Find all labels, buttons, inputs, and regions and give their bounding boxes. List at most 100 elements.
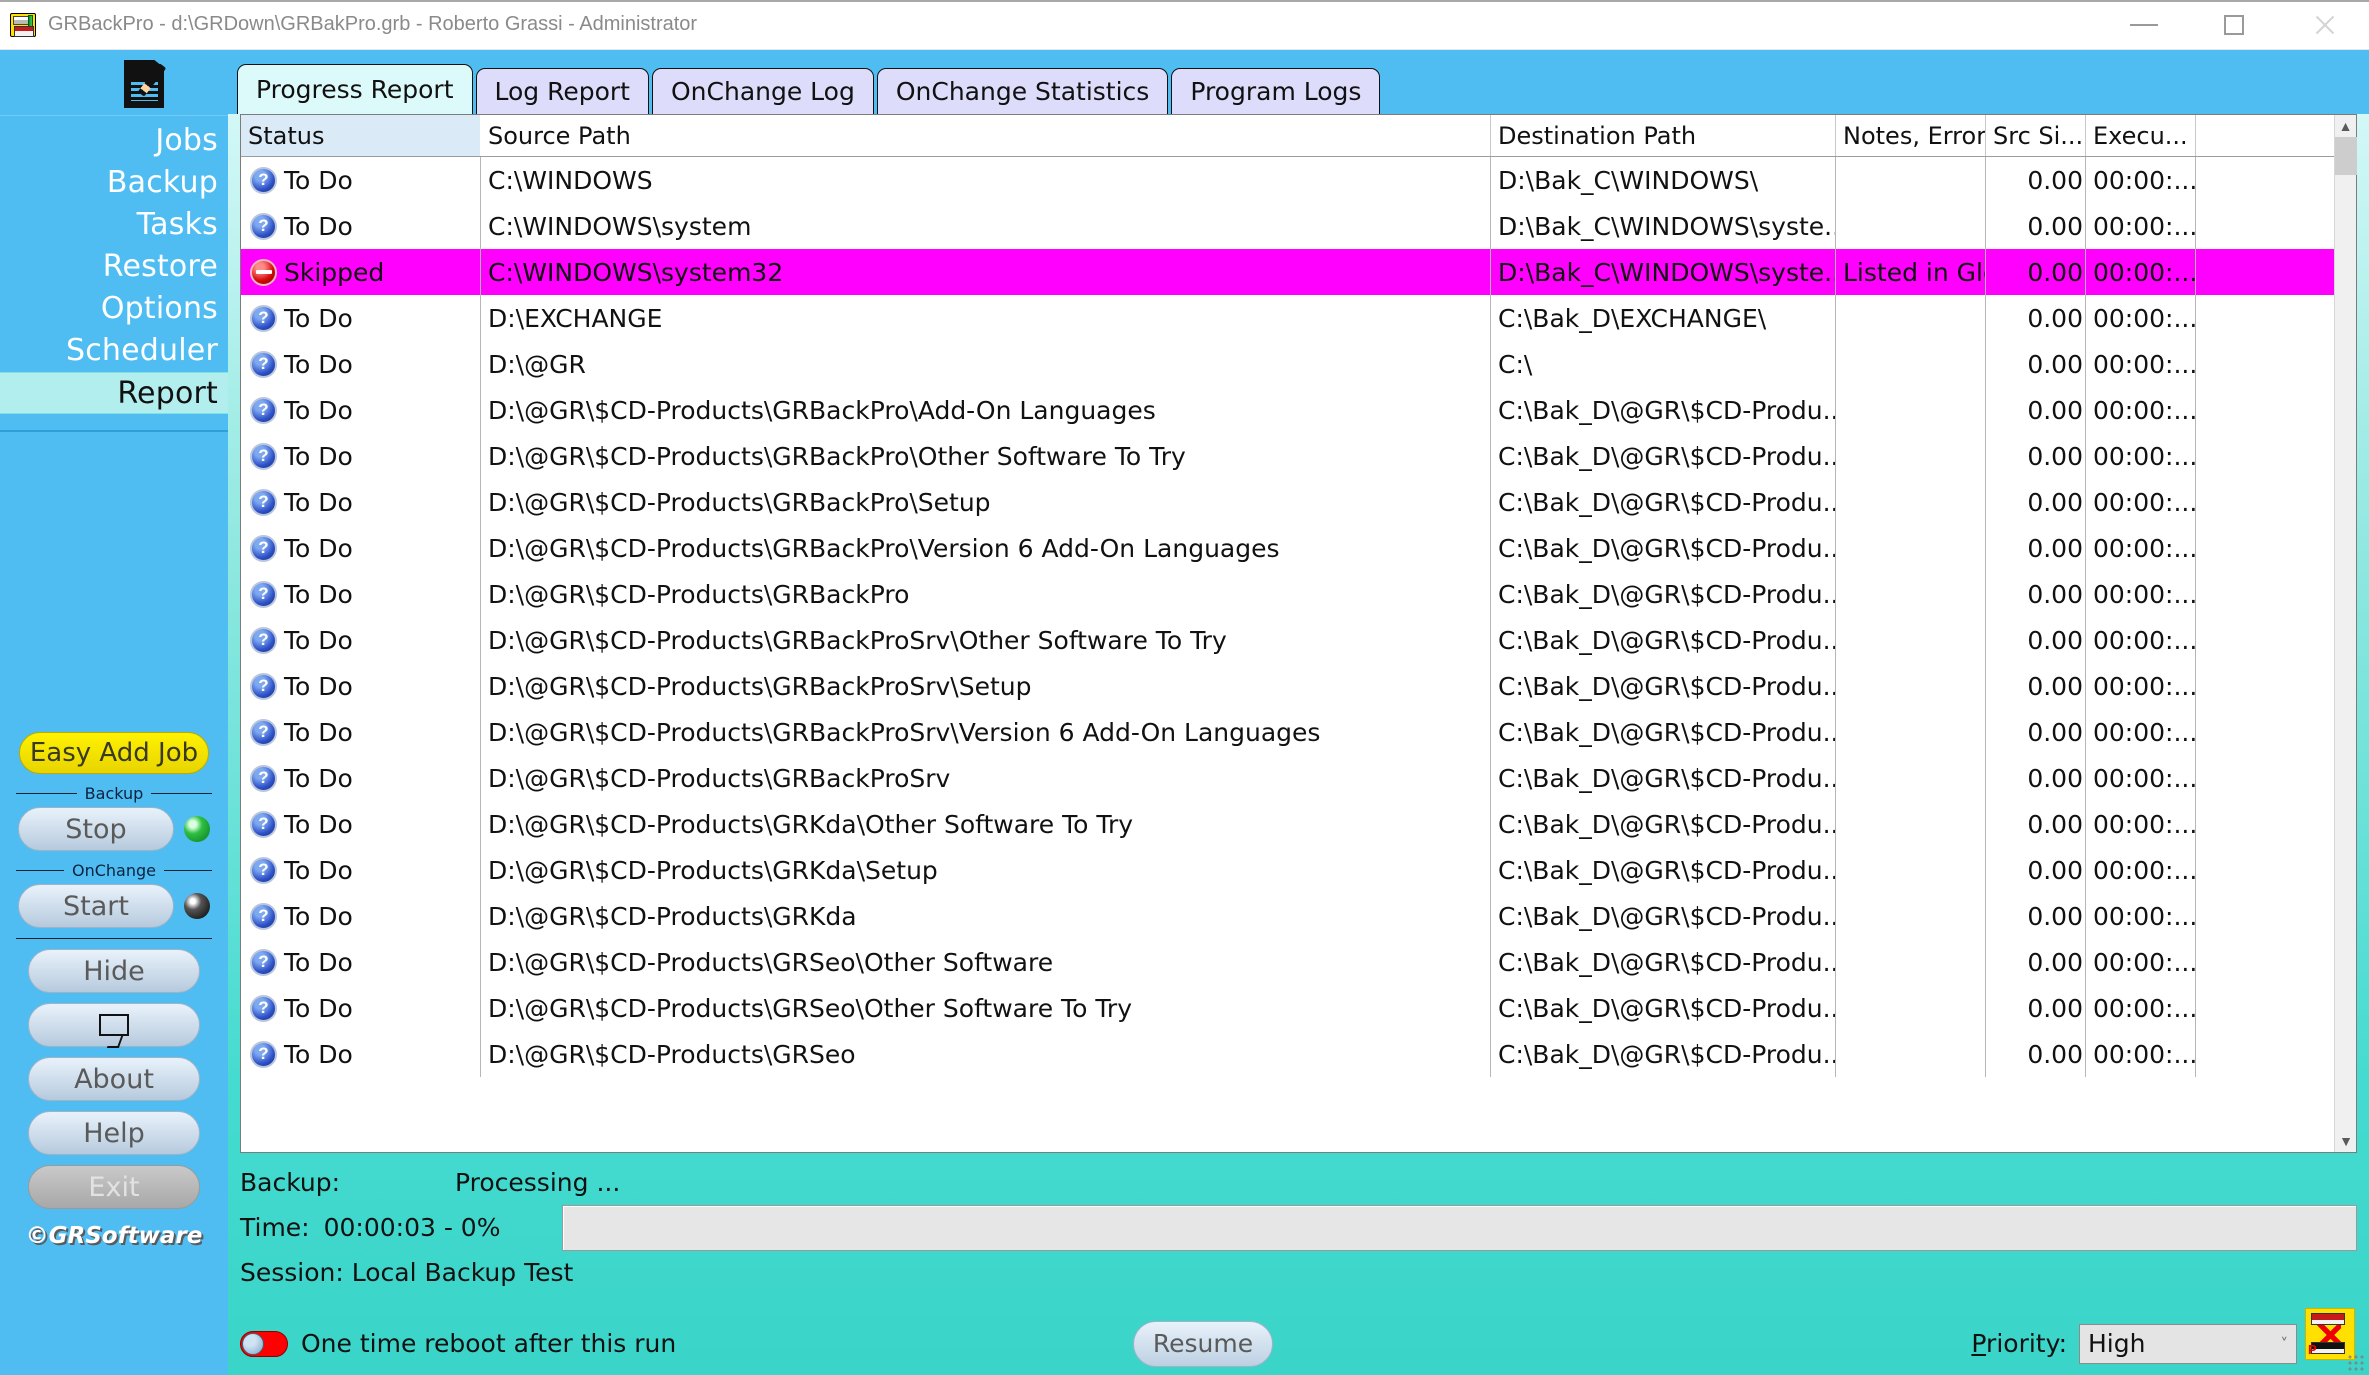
tab-onchange-statistics[interactable]: OnChange Statistics — [877, 68, 1168, 114]
question-badge-icon: ? — [250, 627, 277, 654]
table-row[interactable]: ?To DoD:\@GR\$CD-Products\GRBackProSrvC:… — [241, 755, 2334, 801]
cell-source-path: D:\@GR\$CD-Products\GRBackPro\Other Soft… — [481, 433, 1491, 479]
cell-destination-path: C:\Bak_D\@GR\$CD-Produ... — [1491, 663, 1836, 709]
table-row[interactable]: ?To DoD:\@GR\$CD-Products\GRSeo\Other So… — [241, 985, 2334, 1031]
tab-progress-report[interactable]: Progress Report — [237, 64, 473, 114]
one-time-reboot-toggle[interactable] — [240, 1331, 288, 1357]
cell-notes-error: Listed in Glo... — [1836, 249, 1986, 295]
sidebar-item-backup[interactable]: Backup — [0, 162, 228, 204]
cell-source-path: D:\EXCHANGE — [481, 295, 1491, 341]
table-row[interactable]: ?To DoD:\@GR\$CD-Products\GRBackPro\Othe… — [241, 433, 2334, 479]
exit-button[interactable]: Exit — [28, 1165, 200, 1209]
cell-status: Skipped — [241, 249, 481, 295]
table-row[interactable]: ?To DoD:\@GR\$CD-Products\GRSeoC:\Bak_D\… — [241, 1031, 2334, 1077]
table-row[interactable]: ?To DoD:\@GR\$CD-Products\GRKda\Other So… — [241, 801, 2334, 847]
cell-notes-error — [1836, 341, 1986, 387]
backup-stop-button[interactable]: Stop — [18, 807, 174, 851]
status-text: To Do — [284, 994, 353, 1023]
table-row[interactable]: ?To DoC:\WINDOWS\systemD:\Bak_C\WINDOWS\… — [241, 203, 2334, 249]
question-badge-icon: ? — [250, 489, 277, 516]
help-button[interactable]: Help — [28, 1111, 200, 1155]
sidebar-item-options[interactable]: Options — [0, 288, 228, 330]
chevron-down-icon[interactable]: ▼ — [2335, 1130, 2357, 1152]
table-row[interactable]: ?To DoD:\@GR\$CD-Products\GRSeo\Other So… — [241, 939, 2334, 985]
table-row[interactable]: ?To DoD:\@GRC:\0.0000:00:... — [241, 341, 2334, 387]
cell-src-size: 0.00 — [1986, 203, 2086, 249]
window-controls — [2099, 0, 2369, 49]
cell-source-path: D:\@GR\$CD-Products\GRBackPro\Setup — [481, 479, 1491, 525]
sidebar-nav: Jobs Backup Tasks Restore Options Schedu… — [0, 116, 228, 432]
table-row[interactable]: ?To DoC:\WINDOWSD:\Bak_C\WINDOWS\0.0000:… — [241, 157, 2334, 203]
column-header-status[interactable]: Status — [241, 115, 481, 156]
maximize-button[interactable] — [2189, 0, 2279, 49]
cell-status: ?To Do — [241, 801, 481, 847]
hide-button[interactable]: Hide — [28, 949, 200, 993]
about-button[interactable]: About — [28, 1057, 200, 1101]
minimize-button[interactable] — [2099, 0, 2189, 49]
tab-log-report[interactable]: Log Report — [476, 68, 649, 114]
status-text: To Do — [284, 810, 353, 839]
cell-status: ?To Do — [241, 893, 481, 939]
cell-status: ?To Do — [241, 203, 481, 249]
column-header-src-size[interactable]: Src Si... — [1986, 115, 2086, 156]
tab-program-logs[interactable]: Program Logs — [1171, 68, 1380, 114]
cell-source-path: D:\@GR\$CD-Products\GRSeo\Other Software… — [481, 985, 1491, 1031]
cell-source-path: D:\@GR\$CD-Products\GRBackProSrv — [481, 755, 1491, 801]
cell-destination-path: D:\Bak_C\WINDOWS\ — [1491, 157, 1836, 203]
sidebar-item-restore[interactable]: Restore — [0, 246, 228, 288]
column-header-destination-path[interactable]: Destination Path — [1491, 115, 1836, 156]
onchange-start-button[interactable]: Start — [18, 884, 174, 928]
cell-status: ?To Do — [241, 571, 481, 617]
cell-notes-error — [1836, 847, 1986, 893]
scrollbar-thumb[interactable] — [2335, 137, 2357, 175]
cell-notes-error — [1836, 1031, 1986, 1077]
sidebar-item-scheduler[interactable]: Scheduler — [0, 330, 228, 372]
cell-execution-time: 00:00:... — [2086, 571, 2196, 617]
sidebar-item-tasks[interactable]: Tasks — [0, 204, 228, 246]
table-row[interactable]: ?To DoD:\@GR\$CD-Products\GRBackProSrv\V… — [241, 709, 2334, 755]
table-row[interactable]: SkippedC:\WINDOWS\system32D:\Bak_C\WINDO… — [241, 249, 2334, 295]
cell-notes-error — [1836, 387, 1986, 433]
table-row[interactable]: ?To DoD:\@GR\$CD-Products\GRKda\SetupC:\… — [241, 847, 2334, 893]
sidebar: Jobs Backup Tasks Restore Options Schedu… — [0, 50, 228, 1375]
table-row[interactable]: ?To DoD:\@GR\$CD-Products\GRBackProSrv\O… — [241, 617, 2334, 663]
column-header-execution-time[interactable]: Execu... — [2086, 115, 2196, 156]
cell-status: ?To Do — [241, 939, 481, 985]
table-vertical-scrollbar[interactable]: ▲ ▼ — [2334, 115, 2356, 1152]
table-row[interactable]: ?To DoD:\@GR\$CD-Products\GRKdaC:\Bak_D\… — [241, 893, 2334, 939]
resume-button[interactable]: Resume — [1133, 1321, 1273, 1367]
priority-select[interactable]: High ˅ — [2079, 1324, 2297, 1364]
table-row[interactable]: ?To DoD:\@GR\$CD-Products\GRBackProSrv\S… — [241, 663, 2334, 709]
cell-status: ?To Do — [241, 295, 481, 341]
resize-grip-icon[interactable] — [2347, 1354, 2365, 1372]
cell-execution-time: 00:00:... — [2086, 801, 2196, 847]
cell-src-size: 0.00 — [1986, 801, 2086, 847]
rule-line — [16, 938, 212, 939]
sidebar-item-report[interactable]: Report — [0, 372, 228, 414]
sidebar-item-jobs[interactable]: Jobs — [0, 120, 228, 162]
close-button[interactable] — [2279, 0, 2369, 49]
column-header-source-path[interactable]: Source Path — [481, 115, 1491, 156]
onchange-status-led — [184, 893, 210, 919]
cell-destination-path: C:\Bak_D\@GR\$CD-Produ... — [1491, 571, 1836, 617]
grsoftware-logo-icon[interactable]: P — [2305, 1308, 2355, 1360]
cell-status: ?To Do — [241, 847, 481, 893]
table-row[interactable]: ?To DoD:\@GR\$CD-Products\GRBackPro\Add-… — [241, 387, 2334, 433]
cell-status: ?To Do — [241, 755, 481, 801]
cell-execution-time: 00:00:... — [2086, 433, 2196, 479]
cell-execution-time: 00:00:... — [2086, 939, 2196, 985]
feedback-button[interactable] — [28, 1003, 200, 1047]
cell-destination-path: C:\Bak_D\@GR\$CD-Produ... — [1491, 939, 1836, 985]
table-row[interactable]: ?To DoD:\@GR\$CD-Products\GRBackPro\Setu… — [241, 479, 2334, 525]
column-header-notes-error[interactable]: Notes, Error... — [1836, 115, 1986, 156]
table-row[interactable]: ?To DoD:\EXCHANGEC:\Bak_D\EXCHANGE\0.000… — [241, 295, 2334, 341]
status-text: To Do — [284, 350, 353, 379]
logo-bar-top — [2311, 1313, 2345, 1325]
easy-add-job-button[interactable]: Easy Add Job — [19, 732, 209, 774]
tab-onchange-log[interactable]: OnChange Log — [652, 68, 874, 114]
cell-notes-error — [1836, 203, 1986, 249]
table-row[interactable]: ?To DoD:\@GR\$CD-Products\GRBackPro\Vers… — [241, 525, 2334, 571]
status-text: To Do — [284, 856, 353, 885]
table-row[interactable]: ?To DoD:\@GR\$CD-Products\GRBackProC:\Ba… — [241, 571, 2334, 617]
chevron-up-icon[interactable]: ▲ — [2335, 115, 2356, 137]
